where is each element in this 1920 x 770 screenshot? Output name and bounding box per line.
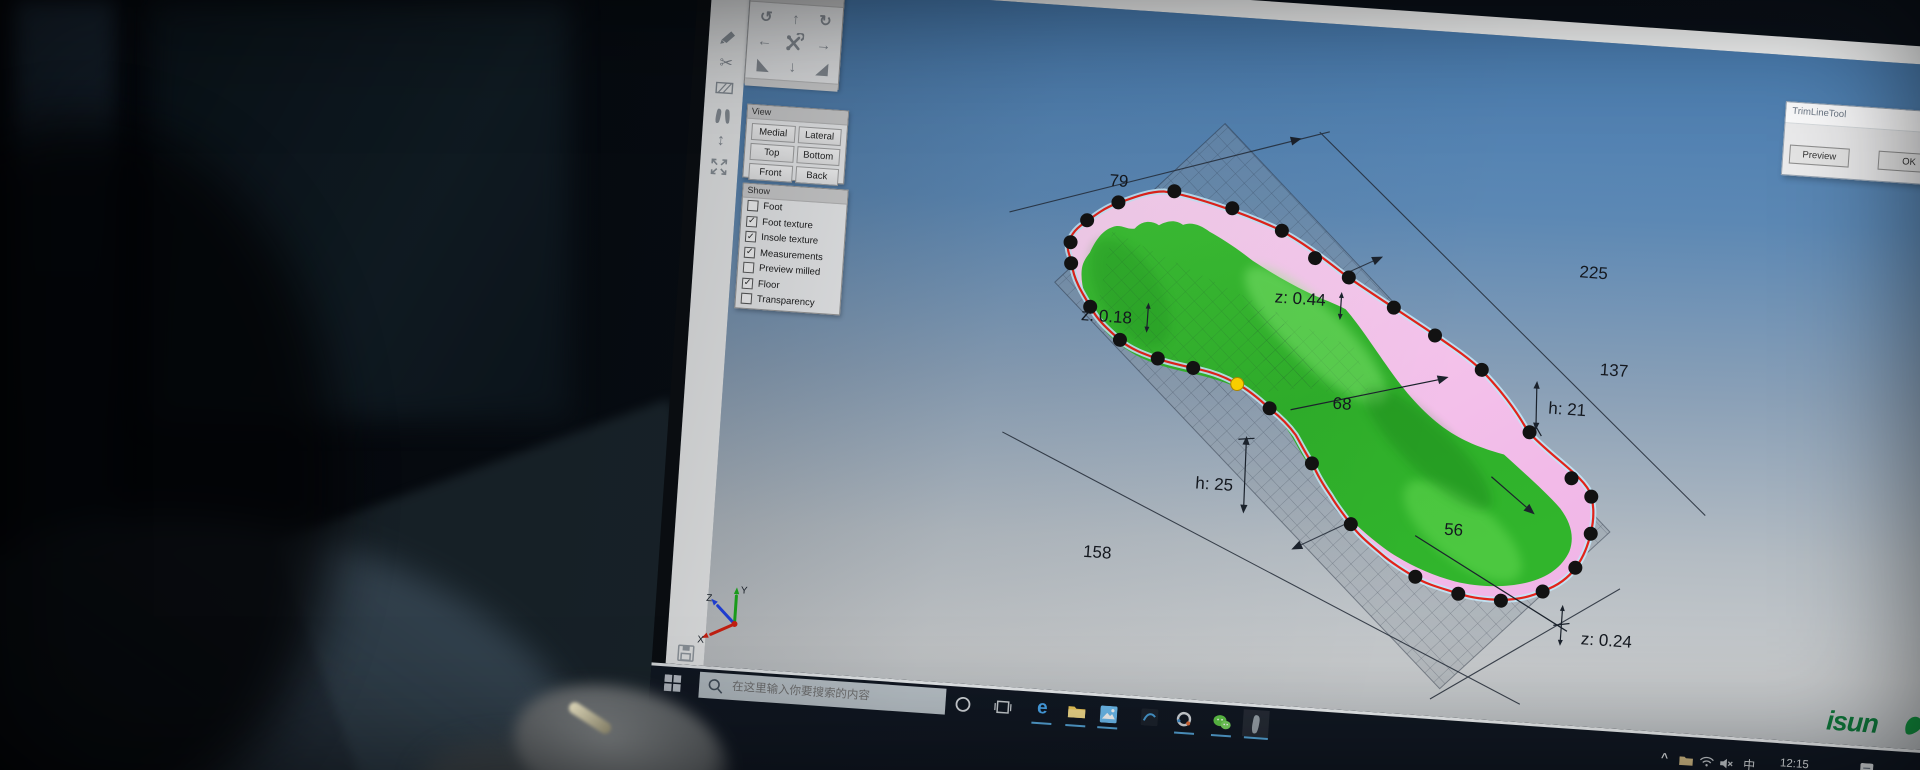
- view-medial-button[interactable]: Medial: [751, 123, 796, 143]
- running-indicator: [1211, 734, 1231, 737]
- pan-up-icon[interactable]: ↑: [780, 6, 811, 32]
- start-button[interactable]: [662, 672, 683, 693]
- ok-button[interactable]: OK: [1877, 151, 1920, 174]
- navigation-panel: ↺ ↑ ↻ ← → ◣ ↓ ◢: [744, 0, 845, 90]
- checkbox-measurements[interactable]: ✓: [744, 246, 756, 258]
- checkbox-insole-texture[interactable]: ✓: [745, 231, 757, 243]
- trimlinetool-dialog-title: TrimLineTool: [1785, 102, 1920, 141]
- wifi-icon[interactable]: [1697, 754, 1716, 769]
- running-indicator: [1065, 724, 1085, 727]
- isun-foot-glyph: [1901, 713, 1920, 739]
- tools-icon[interactable]: [779, 30, 810, 56]
- corner-right-icon[interactable]: ◢: [806, 56, 837, 82]
- running-indicator: [1097, 726, 1117, 729]
- insole-pair-icon[interactable]: [703, 103, 743, 130]
- rotate-ccw-icon[interactable]: ↺: [751, 4, 782, 30]
- view-back-button[interactable]: Back: [794, 166, 839, 186]
- save-floppy-icon[interactable]: [666, 639, 706, 666]
- expand-arrows-icon[interactable]: [699, 154, 739, 181]
- insole-app-icon[interactable]: [1242, 709, 1270, 738]
- corner-left-icon[interactable]: ◣: [747, 52, 778, 78]
- pan-left-icon[interactable]: ←: [749, 28, 780, 54]
- checkbox-foot[interactable]: [747, 200, 759, 212]
- 3d-viewport[interactable]: [704, 0, 1920, 759]
- wechat-icon[interactable]: [1210, 710, 1233, 733]
- view-top-button[interactable]: Top: [749, 143, 794, 163]
- checkbox-foot-texture[interactable]: ✓: [746, 216, 758, 228]
- running-indicator: [1174, 731, 1194, 734]
- tray-folder-icon[interactable]: [1677, 752, 1696, 767]
- volume-muted-icon[interactable]: [1717, 756, 1736, 770]
- running-indicator: [1244, 736, 1268, 740]
- select-region-icon[interactable]: [708, 23, 748, 50]
- taskbar-clock[interactable]: 12:15: [1773, 755, 1816, 770]
- ime-indicator[interactable]: 中: [1739, 756, 1760, 770]
- checkbox-preview-milled[interactable]: [743, 262, 755, 274]
- view-bottom-button[interactable]: Bottom: [796, 146, 841, 166]
- file-explorer-icon[interactable]: [1063, 699, 1089, 725]
- checkbox-floor[interactable]: ✓: [742, 277, 754, 289]
- show-panel: Show Foot ✓ Foot texture ✓ Insole textur…: [734, 182, 848, 315]
- pan-right-icon[interactable]: →: [808, 32, 839, 58]
- section-plane-icon[interactable]: [705, 75, 745, 102]
- tray-chevron-icon[interactable]: ^: [1655, 749, 1674, 766]
- view-panel: View Medial Lateral Top Bottom Front Bac…: [742, 104, 849, 185]
- photo-of-monitor: ✂ ↕: [0, 0, 1920, 770]
- search-input[interactable]: [730, 680, 934, 708]
- scissors-icon[interactable]: ✂: [706, 50, 746, 77]
- notification-icon[interactable]: [1857, 761, 1876, 770]
- pan-down-icon[interactable]: ↓: [777, 54, 808, 80]
- rotate-cw-icon[interactable]: ↻: [810, 8, 841, 34]
- running-indicator: [1031, 722, 1051, 725]
- task-view-icon[interactable]: [991, 695, 1014, 718]
- view-lateral-button[interactable]: Lateral: [797, 126, 842, 146]
- ring-app-icon[interactable]: [1172, 707, 1195, 730]
- monitor-screen: ✂ ↕: [642, 0, 1920, 770]
- cad-app-icon[interactable]: [1137, 705, 1160, 728]
- checkbox-transparency[interactable]: [741, 293, 753, 305]
- cortana-icon[interactable]: [951, 692, 974, 715]
- edge-browser-icon[interactable]: e: [1030, 695, 1056, 723]
- move-vertical-icon[interactable]: ↕: [701, 128, 741, 155]
- isun-watermark: isun: [1825, 705, 1879, 739]
- view-front-button[interactable]: Front: [748, 163, 793, 183]
- search-icon: [706, 676, 731, 696]
- photos-app-icon[interactable]: [1095, 701, 1121, 727]
- preview-button[interactable]: Preview: [1789, 145, 1850, 168]
